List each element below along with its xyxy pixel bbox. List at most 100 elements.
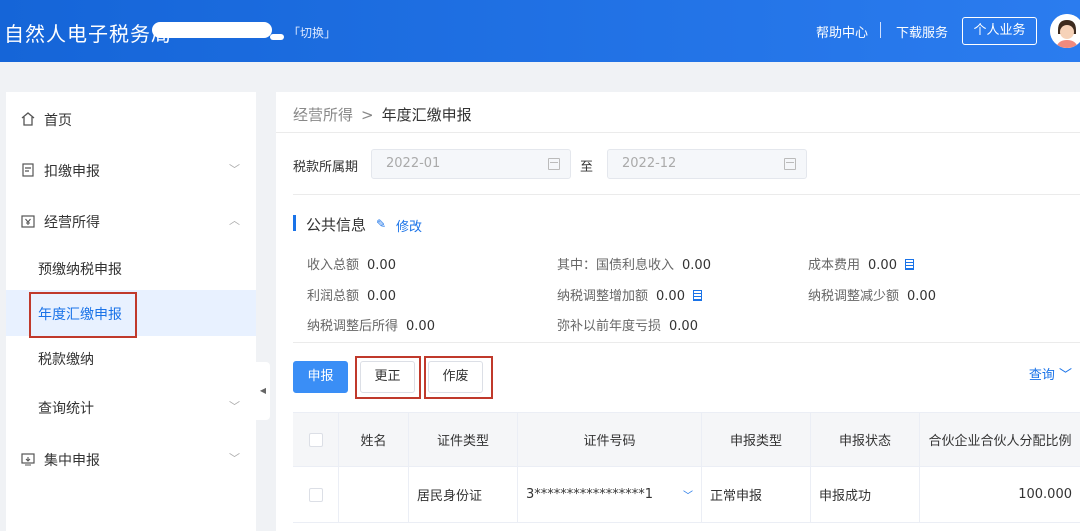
col-header: 证件号码 xyxy=(518,413,702,466)
sidebar-item-label: 税款缴纳 xyxy=(38,352,94,368)
personal-business-button[interactable]: 个人业务 xyxy=(962,17,1037,45)
sidebar-collapse-handle[interactable]: ◀ xyxy=(256,362,270,420)
sidebar-item-query-stats[interactable]: 查询统计 ﹀ xyxy=(6,384,256,430)
download-service-link[interactable]: 下载服务 xyxy=(896,22,948,41)
cell-id-number: 3*****************1 ﹀ xyxy=(518,467,702,522)
sidebar-item-label: 预缴纳税申报 xyxy=(38,262,122,278)
sidebar-item-prepay[interactable]: 预缴纳税申报 xyxy=(6,245,256,291)
highlight-correct-box xyxy=(355,356,421,399)
info-value: 0.00 xyxy=(656,289,685,304)
divider xyxy=(276,132,1080,133)
sidebar-item-label: 集中申报 xyxy=(44,453,100,469)
declare-button[interactable]: 申报 xyxy=(293,361,348,393)
select-all-checkbox[interactable] xyxy=(308,432,323,447)
document-icon xyxy=(20,162,36,178)
chevron-down-icon: ﹀ xyxy=(1058,368,1072,383)
info-value: 0.00 xyxy=(907,289,936,304)
sidebar-item-business-income[interactable]: 经营所得 ︿ xyxy=(6,198,256,244)
redacted-username-tail xyxy=(270,34,284,40)
info-label: 成本费用 xyxy=(808,258,861,273)
sidebar-item-label: 首页 xyxy=(44,113,72,129)
info-value: 0.00 xyxy=(682,258,711,273)
info-label: 弥补以前年度亏损 xyxy=(557,319,662,334)
period-start-input[interactable]: 2022-01 xyxy=(371,149,571,179)
info-value: 0.00 xyxy=(406,319,435,334)
info-label: 纳税调整后所得 xyxy=(307,319,399,334)
info-field: 纳税调整增加额 0.00 xyxy=(557,285,702,304)
divider xyxy=(293,342,1080,343)
cell-status: 申报成功 xyxy=(811,467,920,522)
breadcrumb: 经营所得 > 年度汇缴申报 xyxy=(293,104,472,125)
cell-id-type: 居民身份证 xyxy=(409,467,518,522)
table-header: 姓名 证件类型 证件号码 申报类型 申报状态 合伙企业合伙人分配比例 xyxy=(293,412,1080,467)
sidebar-item-home[interactable]: 首页 xyxy=(6,96,256,142)
calendar-icon xyxy=(784,158,796,170)
breadcrumb-parent[interactable]: 经营所得 xyxy=(293,106,353,124)
detail-list-icon[interactable] xyxy=(904,259,914,270)
period-to-label: 至 xyxy=(580,160,594,175)
edit-public-info-link[interactable]: 修改 xyxy=(396,216,422,235)
col-header: 姓名 xyxy=(339,413,409,466)
chevron-down-icon[interactable]: ﹀ xyxy=(683,487,693,502)
col-header: 申报状态 xyxy=(811,413,920,466)
chevron-down-icon: ﹀ xyxy=(229,163,240,176)
breadcrumb-separator: > xyxy=(361,106,374,124)
query-toggle[interactable]: 查询 ﹀ xyxy=(1029,364,1072,383)
info-label: 纳税调整减少额 xyxy=(808,289,900,304)
info-label: 其中：国债利息收入 xyxy=(557,258,675,273)
query-label: 查询 xyxy=(1028,368,1055,383)
chevron-up-icon: ︿ xyxy=(229,214,240,227)
sidebar-item-label: 查询统计 xyxy=(38,401,94,417)
help-center-link[interactable]: 帮助中心 xyxy=(816,22,868,41)
chevron-down-icon: ﹀ xyxy=(229,452,240,465)
info-field: 纳税调整后所得 0.00 xyxy=(307,315,435,334)
info-field: 弥补以前年度亏损 0.00 xyxy=(557,315,698,334)
breadcrumb-current: 年度汇缴申报 xyxy=(381,106,472,124)
sidebar-item-batch[interactable]: 集中申报 ﹀ xyxy=(6,436,256,482)
sidebar-item-tax-payment[interactable]: 税款缴纳 xyxy=(6,335,256,381)
info-field: 纳税调整减少额 0.00 xyxy=(808,285,936,304)
highlight-void-box xyxy=(424,356,493,399)
section-marker xyxy=(293,215,296,231)
select-all-cell xyxy=(293,413,339,466)
calendar-icon xyxy=(548,158,560,170)
info-field: 成本费用 0.00 xyxy=(808,254,914,273)
monitor-icon xyxy=(20,451,36,467)
main-panel: 经营所得 > 年度汇缴申报 税款所属期 2022-01 至 2022-12 公共信息… xyxy=(276,92,1080,531)
info-field: 其中：国债利息收入 0.00 xyxy=(557,254,711,273)
divider xyxy=(293,194,1080,195)
cell-decl-type: 正常申报 xyxy=(702,467,811,522)
info-value: 0.00 xyxy=(367,258,396,273)
user-avatar[interactable] xyxy=(1050,14,1080,48)
col-header: 证件类型 xyxy=(409,413,518,466)
col-header: 合伙企业合伙人分配比例 xyxy=(928,434,1072,449)
yen-icon xyxy=(20,213,36,229)
row-select-cell xyxy=(293,467,339,522)
top-header: 自然人电子税务局 「切换」 帮助中心 下载服务 个人业务 xyxy=(0,0,1080,62)
sidebar-item-label: 经营所得 xyxy=(44,215,100,231)
info-field: 收入总额 0.00 xyxy=(307,254,396,273)
chevron-down-icon: ﹀ xyxy=(229,400,240,413)
cell-ratio: 100.000 xyxy=(1018,487,1072,502)
period-start-value: 2022-01 xyxy=(386,156,441,171)
period-label: 税款所属期 xyxy=(293,160,359,175)
info-value: 0.00 xyxy=(669,319,698,334)
col-header: 申报类型 xyxy=(702,413,811,466)
info-label: 利润总额 xyxy=(307,289,360,304)
info-field: 利润总额 0.00 xyxy=(307,285,396,304)
sidebar-item-withholding[interactable]: 扣缴申报 ﹀ xyxy=(6,147,256,193)
info-value: 0.00 xyxy=(868,258,897,273)
row-checkbox[interactable] xyxy=(308,487,323,502)
info-label: 纳税调整增加额 xyxy=(557,289,649,304)
period-end-input[interactable]: 2022-12 xyxy=(607,149,807,179)
switch-account-link[interactable]: 「切换」 xyxy=(288,24,336,41)
detail-list-icon[interactable] xyxy=(692,290,702,301)
home-icon xyxy=(20,111,36,127)
info-value: 0.00 xyxy=(367,289,396,304)
table-row[interactable]: 居民身份证 3*****************1 ﹀ 正常申报 申报成功 100… xyxy=(293,467,1080,523)
header-divider xyxy=(880,22,881,38)
id-number-value: 3*****************1 xyxy=(526,487,654,502)
edit-icon[interactable]: ✎ xyxy=(376,217,386,231)
highlight-annual-box xyxy=(29,292,137,338)
info-label: 收入总额 xyxy=(307,258,360,273)
